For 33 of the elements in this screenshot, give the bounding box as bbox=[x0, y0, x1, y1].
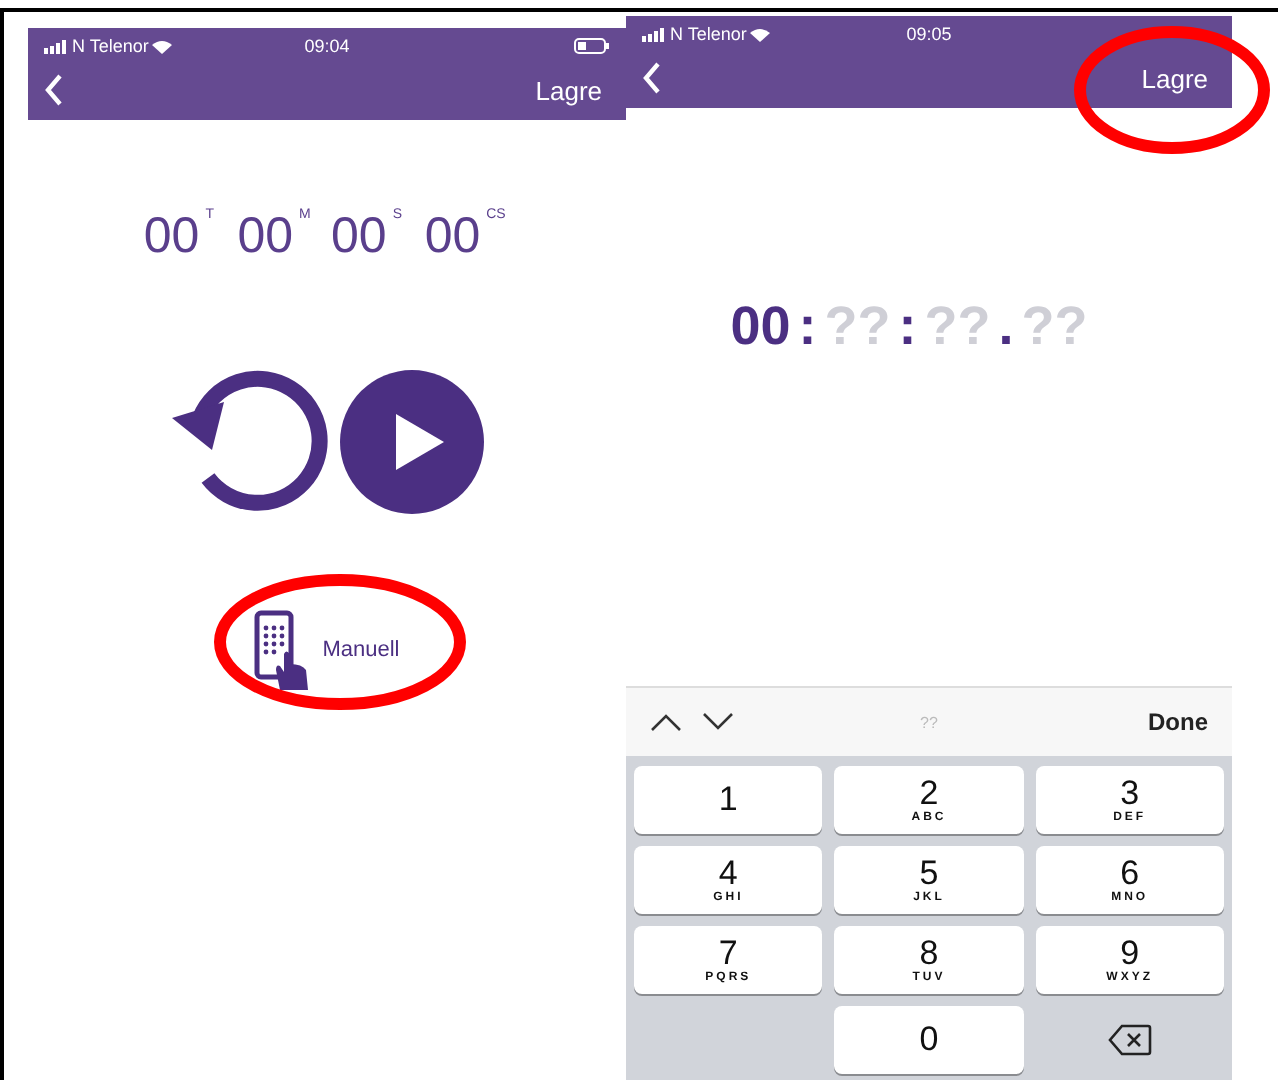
next-icon[interactable] bbox=[702, 712, 734, 732]
save-link[interactable]: Lagre bbox=[535, 75, 602, 105]
carrier-name: N Telenor bbox=[670, 24, 747, 44]
keypad-key[interactable]: 1 bbox=[634, 766, 823, 834]
time-entry-text: ?? bbox=[824, 296, 891, 358]
signal-icon bbox=[44, 39, 68, 53]
time-entry-text: : bbox=[898, 296, 917, 358]
status-time: 09:04 bbox=[304, 36, 350, 56]
play-button[interactable] bbox=[339, 370, 483, 514]
time-entry-text: ?? bbox=[924, 296, 991, 358]
keypad-key[interactable]: 0 bbox=[834, 1006, 1024, 1074]
wifi-icon bbox=[152, 39, 173, 53]
time-value: 00 bbox=[237, 208, 293, 266]
back-icon[interactable] bbox=[642, 62, 662, 94]
time-value: 00 bbox=[331, 208, 387, 266]
time-value: 00 bbox=[143, 208, 200, 266]
status-time: 09:05 bbox=[906, 24, 952, 44]
time-entry-text: : bbox=[798, 296, 817, 358]
wifi-icon bbox=[750, 27, 771, 41]
field-name-label: ?? bbox=[920, 713, 938, 731]
time-entry-text: . bbox=[998, 296, 1014, 358]
previous-icon[interactable] bbox=[650, 712, 682, 732]
time-value: 00 bbox=[424, 208, 481, 266]
save-link[interactable]: Lagre bbox=[1141, 63, 1208, 93]
done-button[interactable]: Done bbox=[1068, 708, 1208, 736]
keypad-phone-icon bbox=[254, 610, 311, 690]
time-entry-text: ?? bbox=[1021, 296, 1088, 358]
signal-icon bbox=[642, 27, 666, 41]
battery-icon bbox=[574, 38, 610, 54]
backspace-icon[interactable] bbox=[1107, 1024, 1152, 1056]
back-icon[interactable] bbox=[44, 74, 64, 106]
carrier-name: N Telenor bbox=[72, 36, 149, 56]
time-entry-text: 00 bbox=[730, 296, 791, 358]
